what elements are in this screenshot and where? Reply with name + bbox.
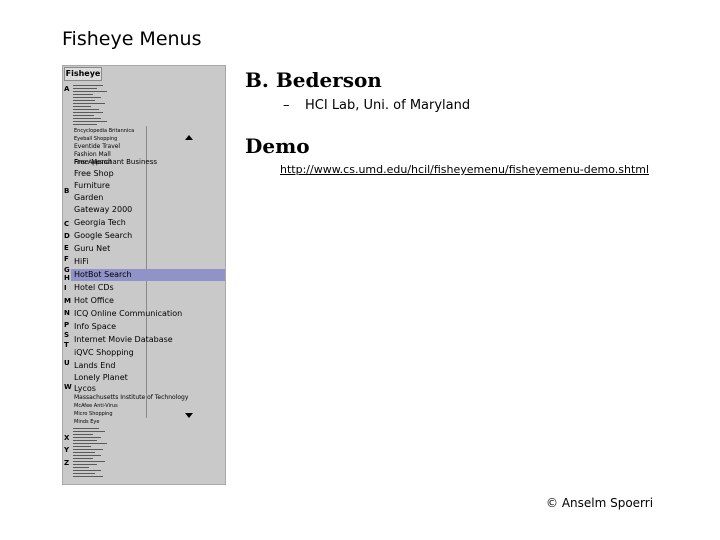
index-letter-g[interactable]: G bbox=[64, 266, 70, 274]
menu-item[interactable]: Free Shop bbox=[71, 168, 225, 180]
index-letter-y[interactable]: Y bbox=[64, 446, 69, 454]
index-letter-e[interactable]: E bbox=[64, 244, 69, 252]
menu-item[interactable]: Furniture bbox=[71, 180, 225, 192]
index-letter-s[interactable]: S bbox=[64, 331, 69, 339]
index-letter-z[interactable]: Z bbox=[64, 459, 69, 467]
index-letter-a[interactable]: A bbox=[64, 85, 69, 93]
menu-item[interactable]: Gateway 2000 bbox=[71, 204, 225, 216]
menu-item[interactable]: McAfee Anti-Virus bbox=[71, 402, 225, 410]
bullet-heading-author: B. Bederson bbox=[245, 68, 382, 92]
index-letter-t[interactable]: T bbox=[64, 341, 69, 349]
index-letter-p[interactable]: P bbox=[64, 321, 69, 329]
menu-item[interactable]: Lands End bbox=[71, 360, 225, 372]
menu-item[interactable]: HiFi bbox=[71, 256, 225, 268]
menu-item[interactable]: Eyeball Shopping bbox=[71, 135, 225, 143]
menu-item[interactable]: Hot Office bbox=[71, 295, 225, 307]
menu-item[interactable]: Guru Net bbox=[71, 243, 225, 255]
index-letter-h[interactable]: H bbox=[64, 274, 70, 282]
menu-item-selected[interactable]: HotBot Search bbox=[71, 269, 225, 281]
index-letter-f[interactable]: F bbox=[64, 255, 69, 263]
menu-item[interactable]: Georgia Tech bbox=[71, 217, 225, 229]
sub-bullet-dash: – bbox=[283, 98, 290, 113]
index-letter-c[interactable]: C bbox=[64, 220, 69, 228]
menu-item[interactable]: Encyclopedia Britannica bbox=[71, 127, 225, 135]
menu-item[interactable]: ICQ Online Communication bbox=[71, 308, 225, 320]
slide-title: Fisheye Menus bbox=[62, 28, 202, 50]
menu-item[interactable]: Eventide Travel bbox=[71, 143, 225, 151]
menu-item[interactable]: Free Merchant Business bbox=[71, 156, 225, 168]
menu-item[interactable]: Minds Eye bbox=[71, 418, 225, 426]
menu-item[interactable]: Hotel CDs bbox=[71, 282, 225, 294]
index-letter-b[interactable]: B bbox=[64, 187, 69, 195]
menu-item[interactable]: iQVC Shopping bbox=[71, 347, 225, 359]
menu-item[interactable]: Garden bbox=[71, 192, 225, 204]
menu-item[interactable]: Internet Movie Database bbox=[71, 334, 225, 346]
index-letter-d[interactable]: D bbox=[64, 232, 70, 240]
index-letter-i[interactable]: I bbox=[64, 284, 67, 292]
menu-header[interactable]: Fisheye bbox=[64, 67, 102, 81]
index-letter-n[interactable]: N bbox=[64, 309, 70, 317]
bullet-heading-demo: Demo bbox=[245, 134, 310, 158]
fisheye-menu-screenshot: Fisheye A B C D E F G H I M N P S T U W … bbox=[62, 65, 226, 485]
copyright-footer: © Anselm Spoerri bbox=[546, 496, 654, 510]
sub-bullet-affiliation: HCI Lab, Uni. of Maryland bbox=[305, 98, 471, 113]
index-letter-x[interactable]: X bbox=[64, 434, 69, 442]
menu-item[interactable]: Micro Shopping bbox=[71, 410, 225, 418]
menu-item[interactable]: Info Space bbox=[71, 321, 225, 333]
menu-item[interactable]: Google Search bbox=[71, 230, 225, 242]
demo-link[interactable]: http://www.cs.umd.edu/hcil/fisheyemenu/f… bbox=[280, 163, 649, 176]
index-letter-m[interactable]: M bbox=[64, 297, 71, 305]
index-letter-u[interactable]: U bbox=[64, 359, 70, 367]
